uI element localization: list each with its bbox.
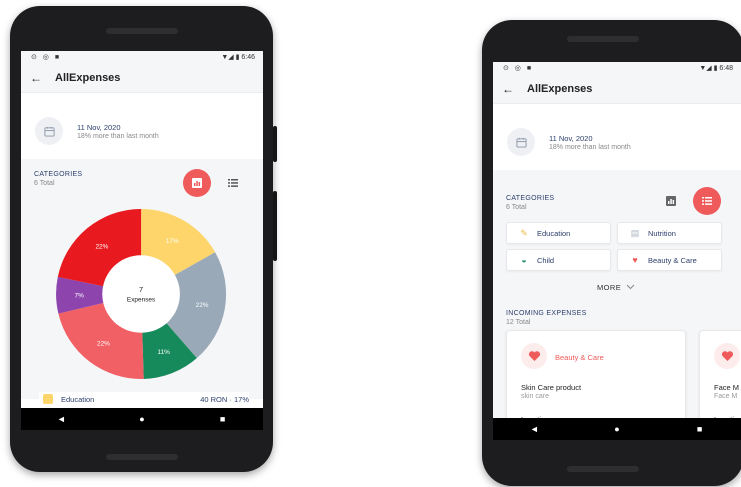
incoming-subtitle: 12 Total: [506, 319, 531, 326]
expense-name: Face M: [714, 383, 740, 392]
status-time: ▼◢ ▮ 6:46: [221, 54, 255, 61]
back-arrow-icon[interactable]: ←: [21, 71, 51, 85]
bar-chart-icon: [666, 196, 676, 206]
incoming-title: INCOMING EXPENSES: [506, 310, 587, 317]
categories-title: CATEGORIES: [506, 195, 555, 202]
more-label: MORE: [597, 283, 622, 292]
nav-home-icon[interactable]: ●: [127, 414, 157, 424]
legend-row[interactable]: Education 40 RON · 17%: [39, 392, 249, 406]
calendar-icon: [507, 128, 535, 156]
top-speaker: [567, 36, 639, 42]
donut-center-label: Expenses: [127, 296, 155, 303]
expense-category: Beauty & Care: [555, 353, 604, 362]
more-button[interactable]: MORE: [597, 283, 635, 292]
phone-right: ⊙ ◎ ■ ▼◢ ▮ 6:48 ← AllExpenses 11 Nov, 20…: [482, 20, 741, 486]
beauty-care-icon: [521, 343, 547, 369]
donut-slice-label: 22%: [196, 302, 209, 309]
beauty-care-icon: [714, 343, 740, 369]
legend-swatch: [43, 394, 53, 404]
date-card: 11 Nov, 2020 18% more than last month: [21, 106, 263, 156]
donut-slice-label: 11%: [157, 349, 170, 356]
calendar-icon: [35, 117, 63, 145]
list-view-button[interactable]: [223, 173, 243, 193]
legend-label: Education: [61, 394, 95, 404]
date-comparison: 18% more than last month: [77, 132, 159, 140]
expense-description: skin care: [521, 393, 550, 400]
date-text: 11 Nov, 2020: [77, 122, 121, 132]
expense-name: Skin Care product: [521, 383, 582, 392]
app-bar: ← AllExpenses: [493, 74, 741, 104]
chart-view-button[interactable]: [661, 191, 681, 211]
legend-value: 40 RON · 17%: [200, 394, 249, 404]
page-title: AllExpenses: [527, 82, 593, 95]
chip-label: Education: [537, 228, 571, 238]
bottom-speaker: [106, 454, 178, 460]
categories-section: CATEGORIES 6 Total ✎ Education ▤ Nutriti…: [493, 170, 741, 440]
back-arrow-icon[interactable]: ←: [493, 82, 523, 96]
nav-recent-icon[interactable]: ■: [685, 424, 715, 434]
nutrition-icon: ▤: [630, 227, 640, 238]
chevron-down-icon: [626, 284, 634, 290]
donut-slice-label: 7%: [75, 292, 85, 299]
donut-center-count: 7: [139, 285, 143, 294]
power-button: [273, 126, 277, 162]
nav-recent-icon[interactable]: ■: [208, 414, 238, 424]
child-icon: ◒: [521, 255, 527, 265]
categories-section: CATEGORIES 6 Total 17% 22% 11% 22% 7% 22% 7 E…: [21, 159, 263, 406]
navigation-bar: ◄ ● ■: [21, 408, 263, 430]
nav-back-icon[interactable]: ◄: [46, 414, 76, 424]
donut-slice-label: 22%: [95, 243, 108, 250]
categories-subtitle: 6 Total: [34, 180, 55, 187]
status-bar: ⊙ ◎ ■ ▼◢ ▮ 6:48: [493, 62, 741, 74]
top-speaker: [106, 28, 178, 34]
date-comparison: 18% more than last month: [549, 143, 631, 151]
education-icon: ✎: [520, 227, 528, 238]
chip-label: Beauty & Care: [648, 255, 697, 265]
page-title: AllExpenses: [55, 71, 121, 84]
expense-description: Face M: [714, 393, 738, 400]
chip-nutrition[interactable]: ▤ Nutrition: [617, 222, 722, 244]
categories-title: CATEGORIES: [34, 171, 83, 178]
chip-child[interactable]: ◒ Child: [506, 249, 611, 271]
chart-view-button[interactable]: [183, 169, 211, 197]
chip-education[interactable]: ✎ Education: [506, 222, 611, 244]
categories-subtitle: 6 Total: [506, 204, 527, 211]
chip-label: Child: [537, 255, 555, 265]
chip-label: Nutrition: [648, 228, 676, 238]
nav-back-icon[interactable]: ◄: [519, 424, 549, 434]
screen: ⊙ ◎ ■ ▼◢ ▮ 6:46 ← AllExpenses 11 Nov, 20…: [21, 51, 263, 430]
status-left-icons: ⊙ ◎ ■: [503, 65, 534, 72]
chip-beauty-care[interactable]: ♥ Beauty & Care: [617, 249, 722, 271]
list-icon: [228, 179, 238, 187]
navigation-bar: ◄ ● ■: [493, 418, 741, 440]
status-left-icons: ⊙ ◎ ■: [31, 54, 62, 61]
volume-button: [273, 191, 277, 261]
status-bar: ⊙ ◎ ■ ▼◢ ▮ 6:46: [21, 51, 263, 63]
list-icon: [702, 197, 712, 205]
phone-left: ⊙ ◎ ■ ▼◢ ▮ 6:46 ← AllExpenses 11 Nov, 20…: [10, 6, 277, 472]
bar-chart-icon: [192, 178, 202, 188]
date-card: 11 Nov, 2020 18% more than last month: [493, 117, 741, 167]
beauty-care-icon: ♥: [632, 255, 638, 265]
donut-chart: 17% 22% 11% 22% 7% 22% 7 Expenses: [56, 209, 227, 379]
donut-slice-label: 17%: [166, 238, 179, 245]
date-text: 11 Nov, 2020: [549, 133, 593, 143]
nav-home-icon[interactable]: ●: [602, 424, 632, 434]
list-view-button[interactable]: [693, 187, 721, 215]
donut-slice-label: 22%: [97, 340, 110, 347]
status-time: ▼◢ ▮ 6:48: [699, 65, 733, 72]
app-bar: ← AllExpenses: [21, 63, 263, 93]
bottom-speaker: [567, 466, 639, 472]
screen: ⊙ ◎ ■ ▼◢ ▮ 6:48 ← AllExpenses 11 Nov, 20…: [493, 62, 741, 440]
